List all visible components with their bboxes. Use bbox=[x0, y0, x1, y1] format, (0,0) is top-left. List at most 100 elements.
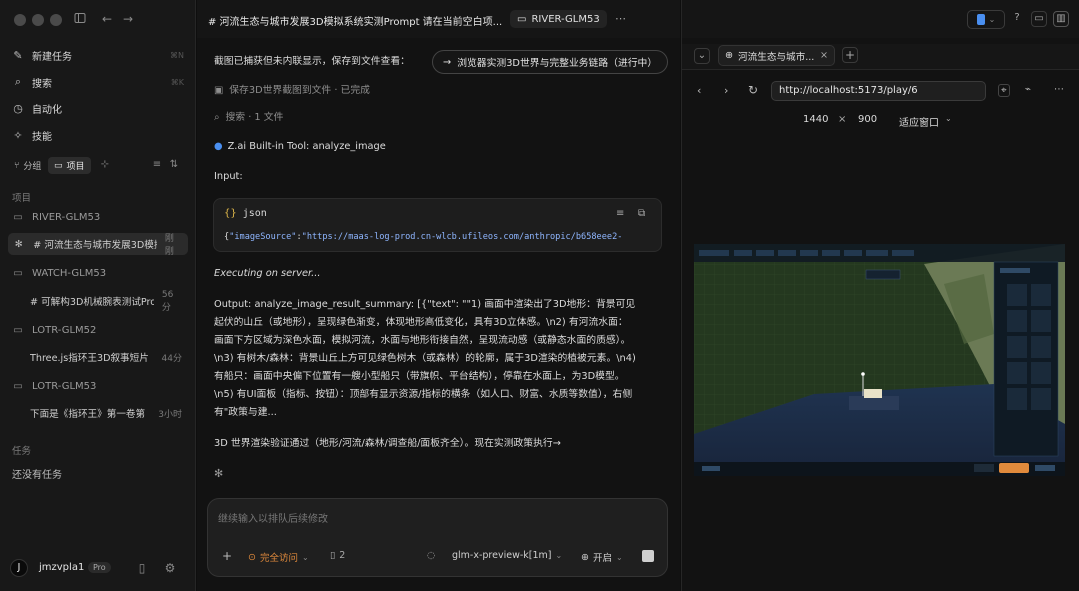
nav-automation[interactable]: ◷ 自动化 bbox=[12, 98, 184, 118]
nav-search[interactable]: ⌕ 搜索 ⌘K bbox=[12, 72, 184, 92]
chevron-down-icon[interactable]: ⌄ bbox=[694, 48, 710, 64]
segment-group[interactable]: ⑂ 分组 bbox=[8, 157, 47, 174]
code-value: "https://maas-log-prod.cn-wlcb.ufileos.c… bbox=[301, 232, 623, 242]
empty-tasks-text: 还没有任务 bbox=[12, 470, 62, 481]
project-lotr53[interactable]: ▭ LOTR-GLM53 bbox=[12, 376, 188, 396]
viewport-height[interactable]: 900 bbox=[858, 114, 877, 125]
task-item-active[interactable]: ✻ # 河流生态与城市发展3D模拟 刚刚 bbox=[8, 233, 188, 257]
help-icon[interactable]: ? bbox=[1009, 11, 1025, 27]
reasoning-toggle[interactable]: ⊕ 开启 ⌄ bbox=[581, 550, 623, 565]
task-time: 56分 bbox=[161, 289, 174, 313]
context-count[interactable]: ▯ 2 bbox=[330, 550, 345, 561]
model-dropdown[interactable]: glm-x-preview-k[1m] ⌄ bbox=[452, 550, 562, 561]
url-input[interactable]: http://localhost:5173/play/6 bbox=[771, 81, 986, 101]
spinner-icon: ✻ bbox=[214, 467, 224, 480]
tool-header: ● Z.ai Built-in Tool: analyze_image bbox=[214, 138, 664, 156]
gear-icon[interactable]: ⚙ bbox=[163, 561, 177, 575]
model-label: glm-x-preview-k[1m] bbox=[452, 550, 552, 561]
project-lotr52[interactable]: ▭ LOTR-GLM52 bbox=[12, 320, 188, 340]
nav-label: 自动化 bbox=[32, 104, 62, 116]
more-icon[interactable]: ⋯ bbox=[1054, 84, 1064, 95]
back-arrow-icon[interactable]: ‹ bbox=[697, 84, 701, 97]
globe-icon: ● bbox=[214, 141, 223, 152]
forward-arrow-icon[interactable]: › bbox=[724, 84, 728, 97]
task-item[interactable]: 下面是《指环王》第一卷第 3小时 bbox=[8, 402, 188, 424]
copy-icon[interactable]: ⧉ bbox=[638, 208, 645, 219]
folder-icon: ▭ bbox=[517, 13, 527, 25]
new-tab-button[interactable]: + bbox=[842, 47, 858, 63]
back-arrow-icon[interactable]: ← bbox=[100, 12, 114, 26]
browser-task-label: 浏览器实测3D世界与完整业务链路（进行中） bbox=[457, 58, 658, 69]
window-minimize-button[interactable] bbox=[32, 14, 44, 26]
forward-arrow-icon[interactable]: → bbox=[121, 12, 135, 26]
project-river[interactable]: ▭ RIVER-GLM53 bbox=[12, 207, 188, 227]
app-switcher[interactable]: ⌄ bbox=[967, 10, 1005, 29]
code-content: {"imageSource":"https://maas-log-prod.cn… bbox=[224, 232, 623, 242]
task-item[interactable]: # 可解构3D机械腕表测试Pro 56分 bbox=[8, 289, 188, 313]
project-chip-label: RIVER-GLM53 bbox=[531, 13, 600, 25]
chevron-down-icon: ⌄ bbox=[301, 552, 309, 562]
nav-skills[interactable]: ✧ 技能 bbox=[12, 125, 184, 145]
task-time: 3小时 bbox=[158, 409, 182, 420]
split-view-icon[interactable]: ▥ bbox=[1053, 11, 1069, 27]
stop-button[interactable] bbox=[642, 550, 654, 562]
window-close-button[interactable] bbox=[14, 14, 26, 26]
composer-input[interactable]: 继续输入以排队后续修改 bbox=[218, 510, 328, 525]
nav-new-task[interactable]: ✎ 新建任务 ⌘N bbox=[12, 45, 184, 65]
more-icon[interactable]: ⋯ bbox=[615, 12, 626, 25]
app-icon bbox=[976, 14, 985, 25]
output-line: \n5) 有UI面板（指标、按钮）：顶部有显示资源/指标的横条（如人口、财富、水… bbox=[214, 389, 633, 400]
segment-project[interactable]: ▭ 项目 bbox=[48, 157, 91, 174]
sidebar: ← → ✎ 新建任务 ⌘N ⌕ 搜索 ⌘K ◷ 自动化 ✧ 技能 ⑂ 分组 ▭ 项目… bbox=[0, 0, 196, 591]
task-item[interactable]: Three.js指环王3D叙事短片 44分 bbox=[8, 346, 188, 368]
filter-icon[interactable]: ≡ bbox=[150, 158, 164, 172]
device-icon[interactable]: ▯ bbox=[135, 561, 149, 575]
task-name: 下面是《指环王》第一卷第 bbox=[30, 409, 146, 420]
merge-icon: ⑂ bbox=[14, 160, 20, 171]
save-step[interactable]: ▣ 保存3D世界截图到文件 · 已完成 bbox=[214, 82, 664, 100]
project-name: WATCH-GLM53 bbox=[32, 267, 107, 279]
sidebar-toggle-icon[interactable] bbox=[73, 12, 87, 26]
pointer-icon[interactable]: ⌁ bbox=[1025, 84, 1031, 95]
project-name: LOTR-GLM53 bbox=[32, 380, 97, 392]
code-key: "imageSource" bbox=[229, 232, 297, 242]
avatar[interactable]: J bbox=[10, 559, 28, 577]
arrow-right-icon: → bbox=[443, 56, 452, 68]
tasks-heading: 任务 bbox=[12, 446, 32, 457]
3d-scene-render bbox=[694, 244, 1065, 476]
3d-world-preview[interactable] bbox=[694, 244, 1065, 476]
close-icon[interactable]: × bbox=[820, 50, 828, 61]
browser-task-chip[interactable]: → 浏览器实测3D世界与完整业务链路（进行中） bbox=[432, 50, 669, 74]
user-name[interactable]: jmzvpla1 bbox=[39, 562, 84, 573]
chevron-down-icon: ⌄ bbox=[945, 114, 952, 123]
sort-icon[interactable]: ⇅ bbox=[167, 158, 181, 172]
window-zoom-button[interactable] bbox=[50, 14, 62, 26]
tab-title: 河流生态与城市... bbox=[738, 51, 815, 63]
project-watch[interactable]: ▭ WATCH-GLM53 bbox=[12, 263, 188, 283]
folder-icon: ▭ bbox=[13, 380, 23, 392]
project-chip[interactable]: ▭ RIVER-GLM53 bbox=[510, 10, 607, 28]
shortcut-hint: ⌘K bbox=[170, 77, 184, 87]
folder-icon: ▭ bbox=[13, 211, 23, 223]
output-line: 画面下方区域为深色水面，模拟河流，水面与地形衔接自然，呈现流动感（或静态水面的质… bbox=[214, 335, 631, 346]
wrap-icon[interactable]: ≡ bbox=[616, 208, 624, 219]
fit-label: 适应窗口 bbox=[899, 118, 939, 129]
access-mode-dropdown[interactable]: ⊙ 完全访问 ⌄ bbox=[248, 550, 309, 565]
spinner-icon: ✻ bbox=[14, 238, 23, 250]
add-attachment-button[interactable]: + bbox=[222, 549, 232, 563]
screenshot-icon[interactable]: ⌖ bbox=[998, 84, 1010, 97]
reload-icon[interactable]: ↻ bbox=[748, 83, 758, 97]
toggle-label: 开启 bbox=[592, 553, 612, 564]
panel-icon[interactable]: ▭ bbox=[1031, 11, 1047, 27]
nav-label: 新建任务 bbox=[32, 51, 72, 63]
new-project-icon[interactable]: ⊹ bbox=[98, 158, 112, 172]
task-name: # 可解构3D机械腕表测试Pro bbox=[30, 297, 154, 308]
viewport-width[interactable]: 1440 bbox=[803, 114, 828, 125]
chevron-down-icon: ⌄ bbox=[555, 551, 563, 560]
fit-window-dropdown[interactable]: 适应窗口 ⌄ bbox=[899, 114, 952, 129]
loading-icon: ◌ bbox=[427, 550, 436, 561]
clock-icon: ◷ bbox=[13, 101, 23, 115]
search-step[interactable]: ⌕ 搜索 · 1 文件 bbox=[214, 109, 664, 127]
browser-tab[interactable]: ⊕ 河流生态与城市... × bbox=[718, 45, 835, 66]
plan-badge: Pro bbox=[88, 562, 111, 573]
